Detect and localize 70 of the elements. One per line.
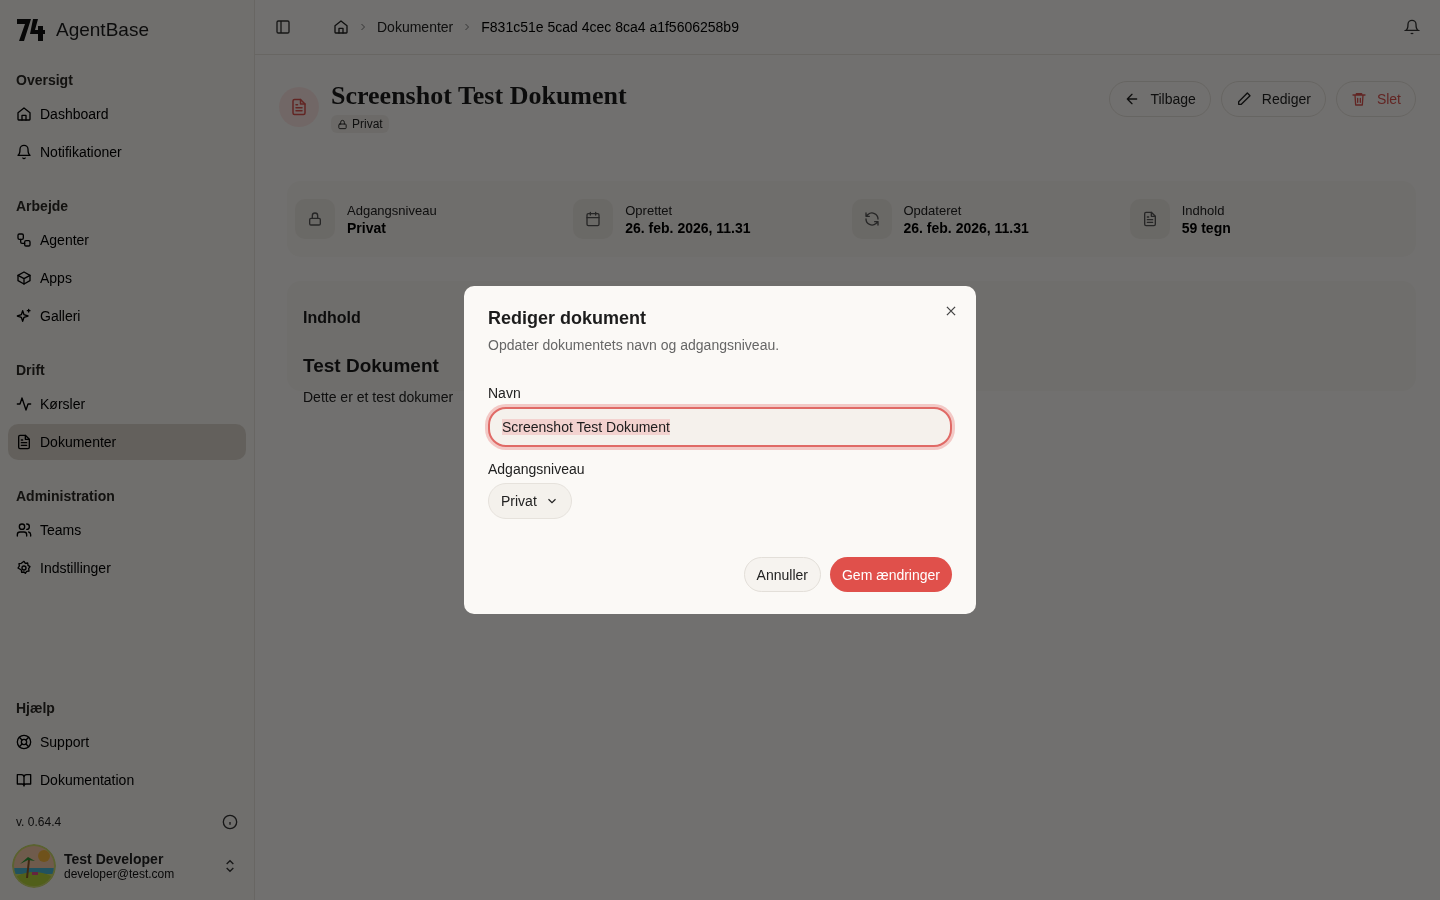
home-icon: [16, 106, 32, 122]
stat-value: 26. feb. 2026, 11.31: [625, 219, 751, 236]
document-icon: [16, 434, 32, 450]
section-heading: Indhold: [303, 309, 361, 327]
section-heading: Arbejde: [15, 197, 70, 216]
stat-label: Indhold: [1181, 202, 1226, 218]
lock-icon: [307, 211, 323, 227]
user-email: developer@test.com: [64, 867, 176, 881]
breadcrumb-link[interactable]: Dokumenter: [377, 19, 454, 35]
sidebar-item[interactable]: Notifikationer: [8, 134, 246, 170]
sidebar-item[interactable]: Indstillinger: [8, 550, 246, 586]
sidebar-item[interactable]: Agenter: [8, 222, 246, 258]
page-title: Screenshot Test Dokument: [331, 81, 628, 111]
save-button[interactable]: Gem ændringer: [829, 557, 952, 592]
dialog-description: Opdater dokumentets navn og adgangsniveau.: [488, 337, 781, 353]
trash-icon: [1350, 91, 1367, 107]
bell-icon: [16, 144, 32, 160]
cube-icon: [16, 270, 32, 286]
users-icon: [16, 522, 32, 538]
settings-icon: [16, 560, 32, 576]
sidebar-item[interactable]: Teams: [8, 512, 246, 548]
activity-icon: [16, 396, 32, 412]
info-icon[interactable]: [222, 814, 238, 830]
delete-button[interactable]: Slet: [1335, 81, 1416, 117]
edit-button[interactable]: Rediger: [1220, 81, 1326, 117]
stat-value: Privat: [347, 219, 387, 236]
stat-label: Opdateret: [903, 202, 963, 218]
access-select[interactable]: Privat: [488, 483, 572, 519]
section-heading: Administration: [15, 487, 116, 506]
sidebar-item[interactable]: Dashboard: [8, 96, 246, 132]
sidebar-item[interactable]: Dokumenter: [8, 424, 246, 460]
sidebar-toggle-icon[interactable]: [275, 19, 291, 35]
version-label: v. 0.64.4: [16, 815, 62, 829]
logo-icon: [16, 18, 46, 42]
document-heading: Test Dokument: [303, 355, 439, 377]
dialog-title: Rediger dokument: [488, 308, 648, 329]
stat-value: 59 tegn: [1181, 219, 1231, 236]
bell-icon[interactable]: [1404, 19, 1420, 35]
user-name: Test Developer: [64, 851, 165, 867]
section-heading: Hjælp: [15, 699, 56, 718]
name-input-field[interactable]: Screenshot Test Dokument: [488, 407, 952, 447]
sidebar-item[interactable]: Kørsler: [8, 386, 246, 422]
section-heading: Oversigt: [15, 71, 74, 90]
sidebar-item[interactable]: Apps: [8, 260, 246, 296]
sparkles-icon: [16, 308, 32, 324]
sidebar-item[interactable]: Dokumentation: [8, 762, 246, 798]
lifebuoy-icon: [16, 734, 32, 750]
lock-icon: [337, 118, 348, 130]
sidebar-item[interactable]: Support: [8, 724, 246, 760]
sidebar-item[interactable]: Galleri: [8, 298, 246, 334]
calendar-icon: [585, 211, 602, 227]
document-icon: [290, 98, 308, 116]
cancel-button[interactable]: Annuller: [743, 557, 821, 592]
document-icon: [1141, 211, 1158, 227]
pencil-icon: [1235, 91, 1252, 107]
back-button[interactable]: Tilbage: [1109, 81, 1211, 117]
field-label: Navn: [488, 385, 521, 401]
stat-label: Oprettet: [625, 202, 674, 218]
privacy-badge: Privat: [331, 115, 389, 133]
refresh-icon: [863, 211, 880, 227]
home-icon: [333, 19, 349, 35]
book-icon: [16, 772, 32, 788]
field-label: Adgangsniveau: [488, 461, 585, 477]
document-text: Dette er et test dokumer: [303, 389, 454, 405]
section-heading: Drift: [15, 361, 46, 380]
breadcrumb-link[interactable]: F831c51e 5cad 4cec 8ca4 a1f5606258b9: [481, 19, 739, 35]
stat-value: 26. feb. 2026, 11.31: [903, 219, 1029, 236]
brand-name: AgentBase: [56, 19, 149, 41]
workflow-icon: [16, 232, 32, 248]
stat-label: Adgangsniveau: [347, 202, 437, 218]
